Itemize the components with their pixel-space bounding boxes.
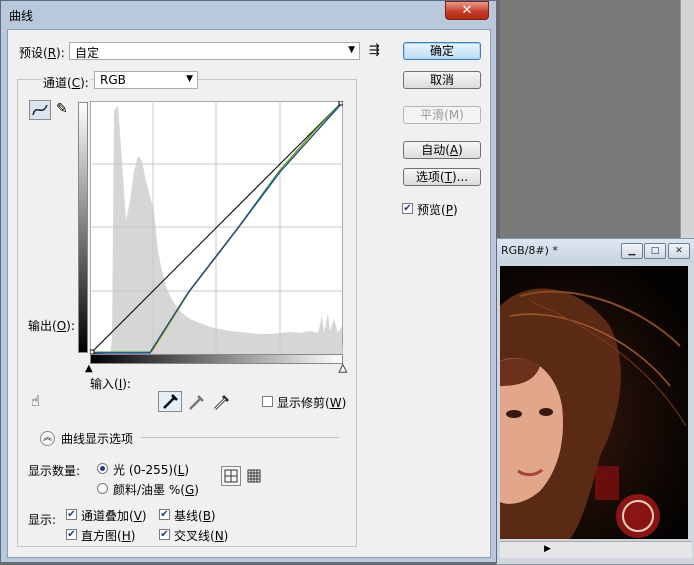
light-radio[interactable] — [97, 463, 108, 474]
curves-dialog: 曲线 ✕ 预设(R): 自定 ▼ ⇶ 通道(C): RGB ▼ ✎ 输出(O): — [0, 0, 497, 563]
histogram-checkbox[interactable]: ✔ — [66, 529, 77, 540]
show-label: 显示: — [28, 513, 57, 527]
black-eyedropper-button[interactable] — [158, 391, 182, 412]
channel-value: RGB — [100, 73, 126, 87]
curve-tool-button[interactable] — [29, 100, 51, 120]
pigment-label[interactable]: 颜料/油墨 %(G) — [113, 481, 199, 498]
eyedropper-black-icon — [163, 394, 178, 409]
preset-value: 自定 — [75, 46, 100, 60]
preview-label[interactable]: 预览(P) — [417, 201, 458, 218]
channel-overlay-label[interactable]: 通道叠加(V) — [81, 507, 147, 524]
histogram-label[interactable]: 直方图(H) — [81, 527, 135, 544]
document-title: RGB/8#) * — [501, 244, 558, 257]
curve-options-label: 曲线显示选项 — [61, 432, 134, 446]
options-button[interactable]: 选项(T)... — [403, 168, 481, 186]
output-label: 输出(O): — [28, 319, 75, 333]
scroll-right-icon[interactable]: ▶ — [544, 544, 554, 554]
intersection-label[interactable]: 交叉线(N) — [174, 527, 228, 544]
pencil-icon[interactable]: ✎ — [56, 101, 68, 117]
grid-4-icon — [224, 469, 238, 483]
document-canvas[interactable] — [500, 266, 688, 539]
curve-graph[interactable] — [90, 101, 343, 354]
curve-point-white[interactable] — [338, 101, 343, 106]
gray-eyedropper-button[interactable] — [187, 393, 205, 414]
white-slider-icon[interactable]: ▲ — [339, 363, 348, 375]
input-gradient-bar — [90, 354, 343, 364]
close-button[interactable]: ✕ — [445, 1, 489, 20]
dialog-title: 曲线 — [9, 9, 34, 23]
output-gradient-bar — [78, 102, 88, 353]
smooth-button[interactable]: 平滑(M) — [403, 106, 481, 124]
workspace-background — [500, 0, 694, 240]
stamp-mark — [595, 466, 619, 500]
document-titlebar[interactable]: RGB/8#) * ▁ □ ✕ — [497, 239, 694, 263]
eyedropper-gray-icon — [189, 395, 204, 410]
baseline-checkbox[interactable]: ✔ — [159, 509, 170, 520]
chevron-up-icon[interactable]: ︽ — [40, 431, 55, 446]
eyedropper-white-icon — [213, 394, 230, 411]
portrait-image — [500, 288, 687, 539]
ok-button[interactable]: 确定 — [403, 42, 481, 60]
auto-button[interactable]: 自动(A) — [403, 141, 481, 159]
preview-checkbox[interactable]: ✔ — [402, 203, 413, 214]
simple-grid-button[interactable] — [221, 466, 241, 486]
hand-drag-icon[interactable]: ☝ — [31, 392, 40, 410]
preset-select[interactable]: 自定 ▼ — [69, 42, 360, 60]
channel-label: 通道(C): — [41, 74, 91, 91]
chevron-down-icon: ▼ — [348, 45, 355, 55]
document-window[interactable]: RGB/8#) * ▁ □ ✕ ▶ — [496, 238, 694, 565]
curve-icon — [32, 104, 48, 116]
preset-label: 预设(R): — [19, 46, 65, 60]
pigment-radio[interactable] — [97, 483, 108, 494]
minimize-icon[interactable]: ▁ — [621, 243, 643, 259]
baseline-label[interactable]: 基线(B) — [174, 507, 216, 524]
cancel-button[interactable]: 取消 — [403, 71, 481, 89]
eye-shape — [506, 410, 522, 418]
eye-shape — [539, 408, 553, 416]
channel-overlay-checkbox[interactable]: ✔ — [66, 509, 77, 520]
light-label[interactable]: 光 (0-255)(L) — [113, 461, 189, 478]
white-eyedropper-button[interactable] — [212, 393, 230, 414]
intersection-checkbox[interactable]: ✔ — [159, 529, 170, 540]
show-clipping-label[interactable]: 显示修剪(W) — [277, 394, 346, 411]
black-slider-icon[interactable]: ▲ — [85, 363, 93, 374]
list-options-icon[interactable]: ⇶ — [369, 43, 380, 58]
channel-select[interactable]: RGB ▼ — [94, 71, 198, 89]
input-label: 输入(I): — [90, 377, 131, 391]
horizontal-scrollbar[interactable]: ▶ — [500, 541, 692, 558]
section-divider — [141, 437, 339, 438]
detailed-grid-button[interactable] — [245, 467, 263, 488]
grid-10-icon — [247, 469, 261, 483]
maximize-icon[interactable]: □ — [644, 243, 666, 259]
workspace-right-strip — [680, 0, 694, 240]
close-icon[interactable]: ✕ — [668, 243, 690, 259]
chevron-down-icon: ▼ — [186, 74, 193, 84]
show-clipping-checkbox[interactable] — [262, 396, 273, 407]
show-amount-label: 显示数量: — [28, 464, 81, 478]
